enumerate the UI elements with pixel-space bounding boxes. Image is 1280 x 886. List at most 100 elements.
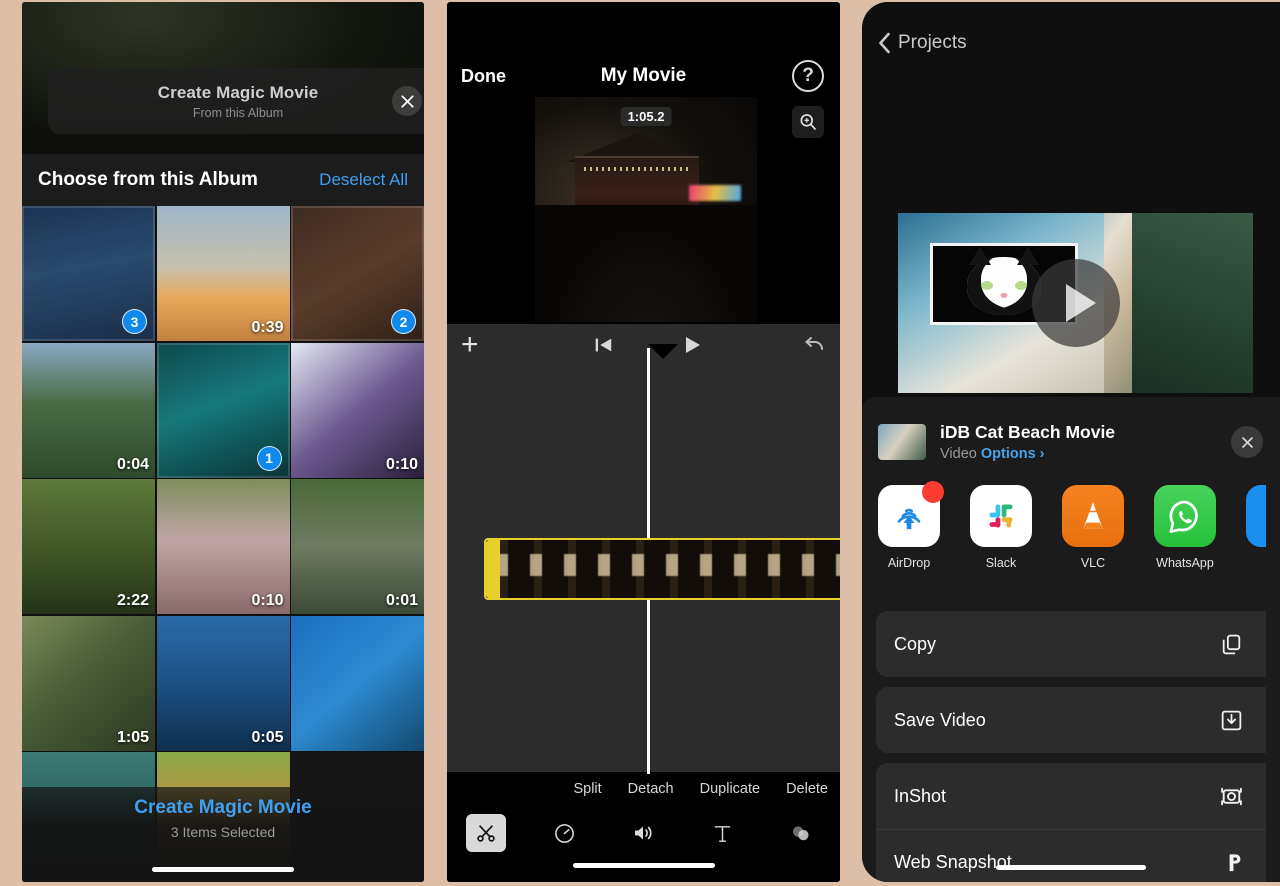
share-action-label: Copy <box>894 634 936 655</box>
play-icon[interactable] <box>680 333 704 357</box>
share-app-airdrop[interactable]: AirDrop <box>878 485 940 570</box>
clip-action-row: Split Detach Duplicate Delete <box>447 772 840 806</box>
create-magic-movie-footer[interactable]: Create Magic Movie 3 Items Selected <box>22 787 424 882</box>
back-to-projects-button[interactable]: Projects <box>878 32 967 54</box>
project-video-preview[interactable] <box>898 213 1253 393</box>
home-indicator <box>996 865 1146 870</box>
video-preview[interactable]: 1:05.2 <box>535 97 757 322</box>
close-icon[interactable] <box>392 86 422 116</box>
clip-action-split[interactable]: Split <box>573 781 601 797</box>
chevron-left-icon <box>878 32 891 54</box>
cat-eye-right <box>1015 281 1027 290</box>
share-item-type: Video <box>940 446 977 462</box>
photo-cell-skydiver-sunset[interactable]: 0:39 <box>157 206 290 341</box>
share-sheet-panel: Projects iDB Cat Beach Movie <box>862 2 1280 882</box>
imovie-editor-panel: Done My Movie ? 1:05.2 + <box>447 2 840 882</box>
cat-ear-left <box>969 247 991 265</box>
photo-cell-hands-coral[interactable]: 1:05 <box>22 616 155 751</box>
text-icon[interactable] <box>702 814 742 852</box>
photo-duration: 0:10 <box>386 456 418 474</box>
timeline-clip[interactable] <box>484 538 840 600</box>
share-item-meta: iDB Cat Beach Movie Video Options › <box>940 422 1115 462</box>
preview-timecode: 1:05.2 <box>621 107 672 126</box>
filters-icon[interactable] <box>781 814 821 852</box>
neon-sign <box>689 185 741 201</box>
photos-app-panel: Create Magic Movie From this Album Choos… <box>22 2 424 882</box>
selection-order-badge: 3 <box>122 309 147 334</box>
share-action-inshot[interactable]: InShot <box>876 763 1266 829</box>
photo-cell-fishing-forest[interactable]: 0:04 <box>22 343 155 478</box>
create-magic-movie-card[interactable]: Create Magic Movie From this Album <box>48 68 424 134</box>
share-app-label: WhatsApp <box>1154 556 1216 570</box>
share-options-button[interactable]: Options <box>981 446 1036 462</box>
scissors-icon[interactable] <box>466 814 506 852</box>
close-icon[interactable] <box>1231 426 1263 458</box>
photo-cell-jellyfish-pink[interactable]: 0:10 <box>157 479 290 614</box>
share-app-vlc[interactable]: VLC <box>1062 485 1124 570</box>
photo-cell-woman-braids[interactable]: 2:22 <box>22 479 155 614</box>
undo-icon[interactable] <box>802 333 826 357</box>
create-magic-movie-button[interactable]: Create Magic Movie <box>134 797 311 819</box>
photo-duration: 0:01 <box>386 592 418 610</box>
inshot-icon <box>1219 784 1244 809</box>
photo-cell-tropical-fish[interactable] <box>291 616 424 751</box>
photo-cell-portrait-teen[interactable]: 0:10 <box>291 343 424 478</box>
clip-action-duplicate[interactable]: Duplicate <box>700 781 760 797</box>
editor-navbar: Done My Movie <box>447 52 840 100</box>
timeline[interactable] <box>447 366 840 772</box>
clip-action-detach[interactable]: Detach <box>628 781 674 797</box>
partial-app-icon <box>1246 485 1266 547</box>
magnifier-plus-icon[interactable] <box>792 106 824 138</box>
share-action-copy[interactable]: Copy <box>876 611 1266 677</box>
photo-duration: 0:10 <box>251 592 283 610</box>
share-action-save-video[interactable]: Save Video <box>876 687 1266 753</box>
share-item-subtitle: Video Options › <box>940 446 1115 462</box>
playback-controls-bar: + <box>447 324 840 366</box>
photo-duration: 0:39 <box>251 319 283 337</box>
magic-card-text: Create Magic Movie From this Album <box>158 83 319 120</box>
photo-duration: 0:04 <box>117 456 149 474</box>
playhead-marker <box>648 344 678 359</box>
choose-from-album-bar: Choose from this Album Deselect All <box>22 154 424 206</box>
photo-cell-shark-tank[interactable]: 0:05 <box>157 616 290 751</box>
share-actions-list: Copy Save Video InShotWeb Snapshot <box>876 611 1266 882</box>
coastal-vegetation <box>1132 213 1253 393</box>
share-item-thumbnail <box>878 424 926 460</box>
chevron-right-icon: › <box>1040 446 1045 462</box>
share-app-whatsapp[interactable]: WhatsApp <box>1154 485 1216 570</box>
clip-trim-handle-left[interactable] <box>486 540 500 598</box>
photo-cell-aquarium-kelp[interactable]: 1 <box>157 343 290 478</box>
photo-cell-skydiver-blue[interactable]: 3 <box>22 206 155 341</box>
status-bar <box>862 2 1280 16</box>
share-item-title: iDB Cat Beach Movie <box>940 422 1115 443</box>
whatsapp-icon <box>1154 485 1216 547</box>
web-snapshot-icon <box>1221 851 1244 874</box>
photo-cell-skydiver-ground[interactable]: 2 <box>291 206 424 341</box>
vlc-icon <box>1062 485 1124 547</box>
back-label: Projects <box>898 32 967 54</box>
cat-face <box>967 257 1041 315</box>
share-app-slack[interactable]: Slack <box>970 485 1032 570</box>
clip-filmstrip <box>486 554 840 576</box>
share-action-web-snapshot[interactable]: Web Snapshot <box>876 829 1266 882</box>
speedometer-icon[interactable] <box>545 814 585 852</box>
help-circle-icon[interactable]: ? <box>792 60 824 92</box>
volume-icon[interactable] <box>623 814 663 852</box>
deselect-all-button[interactable]: Deselect All <box>319 170 408 190</box>
photo-duration: 2:22 <box>117 592 149 610</box>
done-button[interactable]: Done <box>461 66 506 87</box>
download-icon <box>1219 708 1244 733</box>
photo-cell-bearded-man-cap[interactable]: 0:01 <box>291 479 424 614</box>
skip-to-start-icon[interactable] <box>592 334 614 356</box>
share-app-label: Slack <box>970 556 1032 570</box>
share-app-label: VLC <box>1062 556 1124 570</box>
clip-action-delete[interactable]: Delete <box>786 781 828 797</box>
play-circle-icon[interactable] <box>1032 259 1120 347</box>
share-app-partial[interactable] <box>1246 485 1266 547</box>
plus-icon[interactable]: + <box>461 330 479 360</box>
photo-grid: 3 0:39 2 0:04 1 0:10 2:22 0:10 0:01 1:050:05 <box>22 206 424 882</box>
home-indicator <box>573 863 715 868</box>
share-sheet-header: iDB Cat Beach Movie Video Options › <box>862 411 1280 473</box>
cat-eye-left <box>981 281 993 290</box>
cat-ear-right <box>1017 247 1039 265</box>
